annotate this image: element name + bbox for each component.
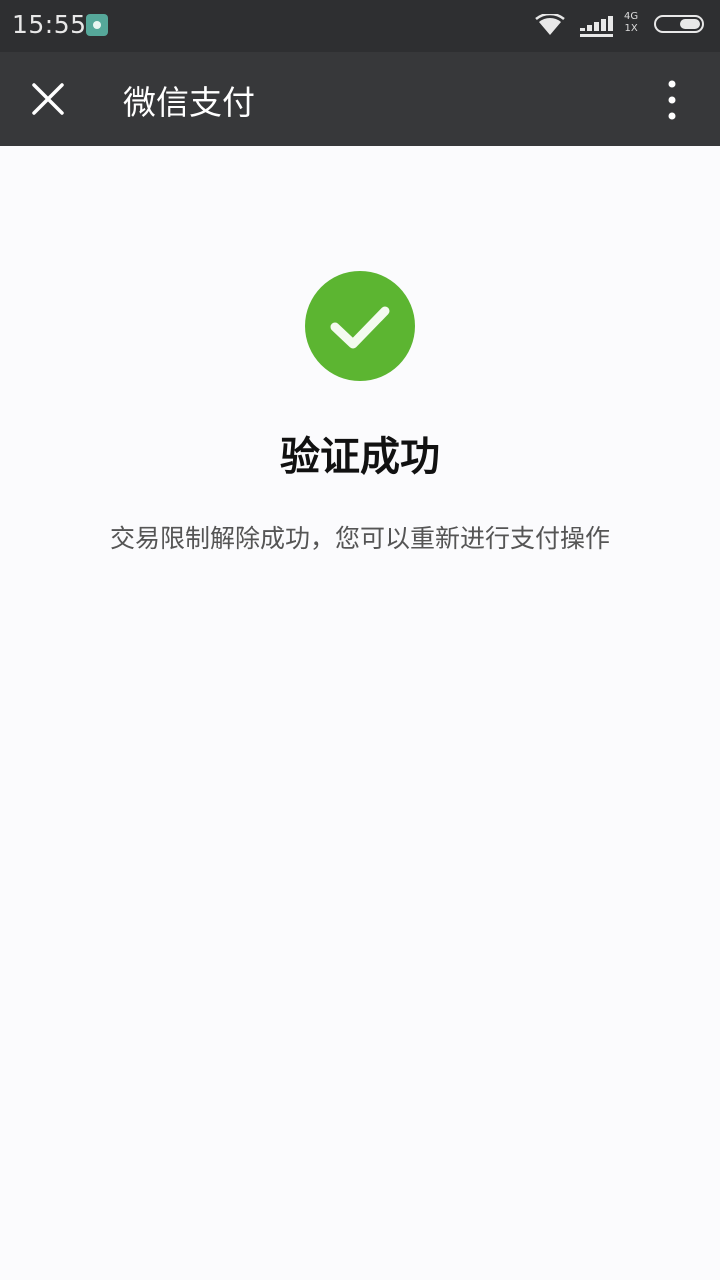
result-heading: 验证成功 [280,434,440,480]
status-time: 15:55 [12,10,87,39]
more-vertical-icon[interactable] [652,74,692,126]
wifi-icon [535,14,565,35]
success-check-icon [305,271,415,381]
navigation-bar: 微信支付 [0,52,720,146]
battery-level [680,19,700,29]
network-type-top: 4G [624,11,639,22]
network-type-bottom: 1X [624,23,638,34]
status-bar: 15:55 4G 1X [0,0,720,52]
signal-icon [580,16,613,37]
network-type: 4G 1X [624,11,638,35]
close-icon[interactable] [26,77,70,121]
battery-icon [654,15,704,33]
result-content: 验证成功 交易限制解除成功，您可以重新进行支付操作 [0,146,720,1280]
app-notification-icon [86,14,108,36]
result-description: 交易限制解除成功，您可以重新进行支付操作 [109,524,610,553]
page-title: 微信支付 [123,83,255,122]
